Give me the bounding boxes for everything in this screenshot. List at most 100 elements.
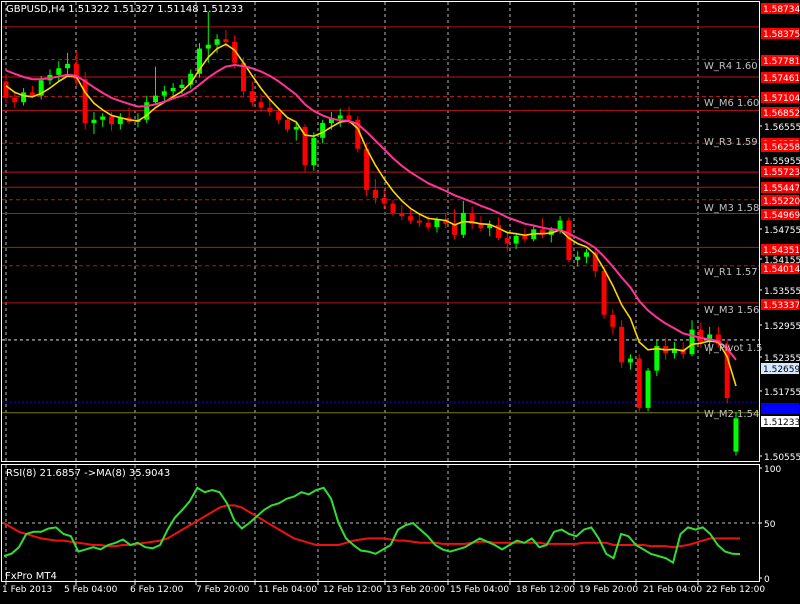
price-label: 1.58734 bbox=[763, 5, 800, 15]
bear-candle bbox=[381, 198, 387, 204]
bull-candle bbox=[689, 329, 695, 355]
level-label: W_M3 1.56 bbox=[704, 305, 759, 316]
last-price-label: 1.51233 bbox=[763, 418, 800, 428]
bull-candle bbox=[205, 44, 211, 49]
rsi-header: RSI(8) 21.6857 ->MA(8) 35.9043 bbox=[6, 468, 170, 479]
price-label: 1.57461 bbox=[763, 74, 800, 84]
bear-candle bbox=[82, 79, 88, 124]
price-tick-label: 1.54755 bbox=[764, 226, 800, 236]
bull-candle bbox=[583, 252, 589, 257]
symbol-header: GBPUSD,H4 1.51322 1.51327 1.51148 1.5123… bbox=[6, 4, 243, 15]
blue-price-label: 1.51527 bbox=[763, 405, 800, 415]
rsi-tick-label: 0 bbox=[764, 575, 770, 585]
bear-candle bbox=[258, 102, 264, 108]
bear-candle bbox=[698, 329, 704, 343]
bear-candle bbox=[276, 112, 282, 120]
time-label: 5 Feb 04:00 bbox=[64, 585, 118, 595]
price-axis: 1.58734 1.58375 1.57781 1.57461 1.57104 1.568… bbox=[759, 3, 800, 463]
bull-candle bbox=[337, 115, 343, 119]
price-label: 1.57104 bbox=[763, 94, 800, 104]
current-price-label: 1.52659 bbox=[763, 365, 800, 375]
time-label: 21 Feb 04:00 bbox=[643, 585, 702, 595]
price-label: 1.57781 bbox=[763, 57, 800, 67]
chart-window: W_R4 1.60 W_M6 1.60 W_R3 1.59 W_M3 1.58 W_R1… bbox=[0, 0, 800, 600]
bear-candle bbox=[12, 97, 18, 103]
bull-candle bbox=[645, 370, 651, 408]
price-tick-label: 1.55955 bbox=[764, 157, 800, 167]
bear-candle bbox=[636, 358, 642, 408]
bear-candle bbox=[249, 91, 255, 103]
bull-candle bbox=[21, 92, 27, 103]
bear-candle bbox=[522, 235, 528, 240]
time-label: 15 Feb 04:00 bbox=[450, 585, 509, 595]
level-label: W_M3 1.58 bbox=[704, 203, 759, 214]
price-label: 1.55220 bbox=[763, 197, 800, 207]
bull-candle bbox=[214, 39, 220, 45]
time-label: 12 Feb 12:00 bbox=[323, 585, 382, 595]
bear-candle bbox=[601, 270, 607, 315]
bull-candle bbox=[311, 137, 317, 166]
time-label: 6 Feb 12:00 bbox=[130, 585, 184, 595]
time-label: 19 Feb 20:00 bbox=[579, 585, 638, 595]
bull-candle bbox=[153, 95, 159, 103]
bull-candle bbox=[91, 119, 97, 124]
price-label: 1.56258 bbox=[763, 143, 800, 153]
bear-candle bbox=[223, 39, 229, 42]
bull-candle bbox=[627, 358, 633, 363]
time-label: 11 Feb 04:00 bbox=[258, 585, 317, 595]
level-label: W_M2 1.54 bbox=[704, 409, 759, 420]
bear-candle bbox=[425, 222, 431, 228]
price-tick-label: 1.56555 bbox=[764, 123, 800, 133]
price-tick-label: 1.51755 bbox=[764, 388, 800, 398]
bear-candle bbox=[566, 220, 572, 260]
price-tick-label: 1.52355 bbox=[764, 354, 800, 364]
price-tick-label: 1.54155 bbox=[764, 256, 800, 266]
bear-candle bbox=[267, 107, 273, 113]
time-label: 18 Feb 12:00 bbox=[516, 585, 575, 595]
bear-candle bbox=[3, 81, 9, 98]
bull-candle bbox=[56, 68, 62, 75]
bear-candle bbox=[416, 220, 422, 223]
price-label: 1.58375 bbox=[763, 30, 800, 40]
bull-candle bbox=[575, 256, 581, 260]
price-tick-label: 1.52955 bbox=[764, 322, 800, 332]
bear-candle bbox=[390, 203, 396, 213]
bull-candle bbox=[170, 87, 176, 92]
level-label: W_M6 1.60 bbox=[704, 98, 759, 109]
bear-candle bbox=[364, 148, 370, 190]
bull-candle bbox=[513, 235, 519, 244]
level-label: W_R3 1.59 bbox=[704, 137, 758, 148]
price-label: 1.55447 bbox=[763, 184, 800, 194]
bear-candle bbox=[399, 212, 405, 217]
price-tick-label: 1.50555 bbox=[764, 453, 800, 463]
bear-candle bbox=[372, 189, 378, 199]
level-label: W_Pivot 1.5 bbox=[704, 343, 763, 354]
bull-candle bbox=[179, 84, 185, 88]
bull-candle bbox=[434, 219, 440, 228]
bull-candle bbox=[161, 91, 167, 96]
price-label: 1.55723 bbox=[763, 168, 800, 178]
bear-candle bbox=[346, 115, 352, 120]
price-label: 1.53337 bbox=[763, 301, 800, 311]
price-label: 1.56852 bbox=[763, 109, 800, 119]
level-label: W_R4 1.60 bbox=[704, 61, 758, 72]
bear-candle bbox=[504, 238, 510, 244]
bear-candle bbox=[619, 326, 625, 363]
bull-candle bbox=[460, 212, 466, 235]
bear-candle bbox=[109, 116, 115, 125]
bear-candle bbox=[408, 216, 414, 221]
time-label: 7 Feb 20:00 bbox=[196, 585, 250, 595]
rsi-tick-label: 100 bbox=[764, 465, 781, 475]
time-label: 22 Feb 12:00 bbox=[706, 585, 765, 595]
price-tick-label: 1.53555 bbox=[764, 287, 800, 297]
price-label: 1.54014 bbox=[763, 265, 800, 275]
bull-candle bbox=[100, 116, 106, 120]
bull-candle bbox=[733, 418, 739, 452]
price-label: 1.54969 bbox=[763, 211, 800, 221]
watermark: FxPro MT4 bbox=[5, 571, 57, 582]
price-label: 1.54351 bbox=[763, 246, 800, 256]
chart-canvas: W_R4 1.60 W_M6 1.60 W_R3 1.59 W_M3 1.58 W_R1… bbox=[0, 0, 800, 600]
time-label: 1 Feb 2013 bbox=[2, 585, 52, 595]
bear-candle bbox=[610, 314, 616, 327]
rsi-tick-label: 50 bbox=[764, 520, 776, 530]
